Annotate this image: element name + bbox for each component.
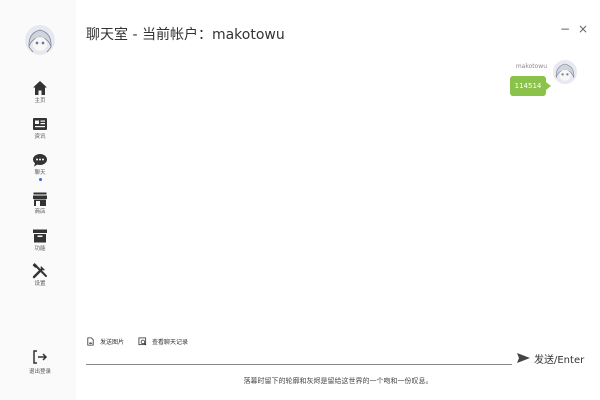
file-image-icon	[87, 336, 94, 346]
send-image-button[interactable]: 发送图片	[86, 336, 125, 346]
send-label: 发送/Enter	[534, 354, 585, 366]
anime-avatar-icon	[25, 25, 55, 55]
message-input[interactable]	[86, 350, 510, 362]
sidebar-item-settings[interactable]: 设置	[22, 263, 58, 297]
message-bubble: 114514	[510, 76, 551, 96]
history-icon	[138, 336, 147, 345]
sender-avatar	[553, 60, 577, 84]
message-sender: makotowu	[515, 63, 547, 70]
chat-icon	[33, 154, 47, 167]
store-icon	[33, 192, 47, 206]
send-icon	[517, 353, 530, 363]
sidebar-item-label: 聊天	[34, 170, 46, 176]
tools-icon	[32, 263, 47, 279]
sidebar-item-label: 资讯	[34, 134, 46, 140]
logout-label: 退出登录	[28, 369, 51, 375]
sidebar: 主页 资讯 聊天 商店 功能 设置 退出登录	[0, 0, 76, 400]
message-area: makotowu 114514	[76, 58, 600, 328]
title-bar: 聊天室 - 当前帐户：makotowu − ×	[76, 0, 600, 58]
sidebar-item-chat[interactable]: 聊天	[22, 152, 58, 186]
send-button[interactable]: 发送/Enter	[516, 350, 584, 366]
sidebar-item-news[interactable]: 资讯	[22, 116, 58, 150]
anime-avatar-icon	[553, 60, 577, 84]
view-history-button[interactable]: 查看聊天记录	[138, 336, 189, 346]
close-button[interactable]: ×	[578, 22, 588, 36]
sidebar-item-label: 设置	[34, 281, 46, 287]
sidebar-item-features[interactable]: 功能	[22, 228, 58, 262]
active-indicator	[38, 178, 42, 181]
sidebar-item-label: 商店	[34, 209, 46, 215]
sidebar-item-store[interactable]: 商店	[22, 191, 58, 225]
user-avatar[interactable]	[25, 25, 55, 55]
logout-button[interactable]: 退出登录	[20, 349, 60, 375]
archive-icon	[33, 229, 47, 243]
minimize-button[interactable]: −	[560, 22, 570, 36]
sidebar-item-home[interactable]: 主页	[22, 80, 58, 114]
chat-toolbar: 发送图片 查看聊天记录	[86, 334, 202, 348]
sidebar-item-label: 主页	[34, 98, 46, 104]
view-history-label: 查看聊天记录	[152, 338, 189, 346]
news-icon	[33, 118, 47, 130]
footer-quote: 落幕时留下的轮廓和灰烬是留给这世界的一个吻和一份叹息。	[243, 377, 433, 385]
home-icon	[33, 81, 47, 95]
logout-icon	[33, 350, 48, 364]
send-image-label: 发送图片	[100, 338, 125, 346]
input-underline	[86, 364, 512, 365]
sidebar-item-label: 功能	[34, 246, 46, 252]
window-title: 聊天室 - 当前帐户：makotowu	[86, 27, 285, 43]
